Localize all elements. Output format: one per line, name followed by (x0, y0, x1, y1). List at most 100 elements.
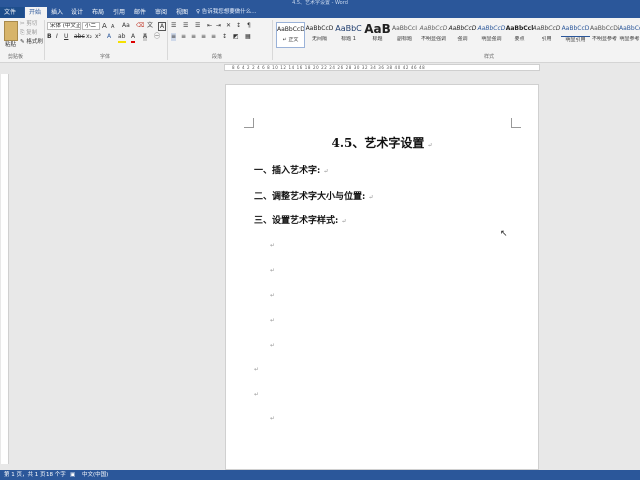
font-size-box[interactable]: 小二 (82, 22, 100, 30)
style-intense-quote[interactable]: AaBbCcD 明显引用 (561, 22, 590, 48)
style-intense-reference[interactable]: AaBbCcDi 明显参考 (619, 22, 640, 48)
paragraph-mark: ↵ (368, 194, 374, 201)
style-preview: AaBbCcI (392, 25, 417, 32)
style-label: 标题 1 (341, 36, 356, 42)
line-spacing-icon[interactable]: ↕ (222, 33, 227, 41)
font-group-label: 字体 (100, 54, 111, 60)
increase-indent-icon[interactable]: ⇥ (216, 22, 221, 30)
mouse-cursor-icon: ↖ (500, 229, 508, 239)
paste-button[interactable]: 粘贴 (5, 42, 16, 49)
style-preview: AaBbCcl (505, 25, 534, 32)
tell-me-search[interactable]: ♀ 告诉我您想要做什么... (196, 7, 257, 18)
style-label: 明显强调 (481, 36, 502, 42)
style-label: ↵ 正文 (282, 37, 299, 43)
style-no-spacing[interactable]: AaBbCcD 无间隔 (305, 22, 334, 48)
heading-set-style[interactable]: 三、设置艺术字样式: ↵ (254, 215, 346, 228)
align-left-icon[interactable]: ≡ (171, 33, 177, 41)
ribbon-divider (44, 20, 45, 60)
italic-icon[interactable]: I (56, 33, 58, 41)
tab-design[interactable]: 设计 (67, 7, 87, 18)
sort-icon[interactable]: ↕ (236, 22, 241, 30)
align-center-icon[interactable]: ≡ (181, 33, 186, 41)
enclose-char-icon[interactable]: ㊀ (154, 33, 160, 41)
tab-file[interactable]: 文件 (0, 7, 24, 18)
style-normal[interactable]: AaBbCcD ↵ 正文 (276, 22, 305, 48)
style-subtitle[interactable]: AaBbCcI 副标题 (390, 22, 419, 48)
language[interactable]: 中文(中国) (82, 470, 108, 480)
tab-home[interactable]: 开始 (25, 7, 47, 18)
word-count[interactable]: 18 个字 (46, 470, 66, 480)
numbering-icon[interactable]: ☰ (183, 22, 188, 30)
style-quote[interactable]: AaBbCcD 引用 (532, 22, 561, 48)
heading-adjust-size-position[interactable]: 二、调整艺术字大小与位置: ↵ (254, 191, 373, 204)
style-subtle-emphasis[interactable]: AaBbCcD 不明显强调 (419, 22, 448, 48)
tab-insert[interactable]: 插入 (47, 7, 67, 18)
font-color-icon[interactable]: A (131, 33, 136, 43)
style-preview: AaBbC (335, 24, 362, 33)
paragraph-mark: ↵ (270, 415, 276, 422)
phonetic-icon[interactable]: 文 (147, 22, 153, 30)
format-painter-button[interactable]: ✎ 格式刷 (20, 39, 43, 46)
vertical-ruler[interactable] (1, 74, 9, 464)
paragraph-mark: ↵ (341, 218, 347, 225)
subscript-icon[interactable]: x₂ (86, 33, 92, 41)
style-label: 要点 (514, 36, 525, 42)
tab-mailings[interactable]: 邮件 (130, 7, 150, 18)
align-right-icon[interactable]: ≡ (191, 33, 196, 41)
ribbon-divider (272, 20, 273, 60)
shrink-font-button[interactable]: A (111, 23, 114, 31)
style-preview: AaBbCcD (532, 25, 561, 32)
text-effects-icon[interactable]: A (107, 33, 111, 41)
borders-icon[interactable]: ▦ (245, 33, 251, 41)
style-preview: AaBbCcDi (619, 25, 640, 32)
chinese-layout-icon[interactable]: ✕ (226, 22, 231, 30)
superscript-icon[interactable]: x² (95, 33, 101, 41)
multilevel-list-icon[interactable]: ☰ (195, 22, 200, 30)
bullets-icon[interactable]: ☰ (171, 22, 176, 30)
tab-view[interactable]: 视图 (172, 7, 192, 18)
bold-icon[interactable]: B (47, 33, 52, 41)
style-heading-1[interactable]: AaBbC 标题 1 (334, 22, 363, 48)
grow-font-button[interactable]: A (102, 22, 107, 30)
decrease-indent-icon[interactable]: ⇤ (207, 22, 212, 30)
proofing-icon[interactable]: ▣ (70, 470, 75, 480)
style-label: 不明显参考 (591, 36, 617, 42)
distribute-icon[interactable]: ≡ (211, 33, 216, 41)
char-border-icon[interactable]: A (158, 22, 166, 31)
cut-button[interactable]: ✂ 剪切 (20, 21, 37, 28)
paragraph-mark: ↵ (254, 366, 260, 373)
font-name-box[interactable]: 宋体 (中文正) (47, 22, 81, 30)
style-label: 无间隔 (311, 36, 327, 42)
style-preview: AaBbCcD (277, 26, 304, 33)
style-intense-emphasis[interactable]: AaBbCcD 明显强调 (477, 22, 506, 48)
clipboard-group-label: 剪贴板 (8, 54, 24, 60)
style-label: 明显引用 (565, 37, 586, 43)
style-emphasis[interactable]: AaBbCcD 强调 (448, 22, 477, 48)
styles-group-label: 样式 (484, 54, 495, 60)
char-shading-icon[interactable]: A (143, 33, 148, 41)
style-strong[interactable]: AaBbCcl 要点 (505, 22, 534, 48)
style-title[interactable]: AaB 标题 (363, 22, 392, 48)
paragraph-mark: ↵ (270, 342, 276, 349)
window-title: 4.5、艺术字设置 - Word (292, 0, 348, 6)
style-preview: AaBbCcD (305, 25, 334, 32)
paragraph-mark: ↵ (270, 317, 276, 324)
highlight-icon[interactable]: ab (118, 33, 126, 43)
document-title[interactable]: 4.5、艺术字设置 ↵ (225, 135, 539, 154)
page-count[interactable]: 第 1 页，共 1 页 (4, 470, 46, 480)
paste-icon[interactable] (4, 21, 18, 41)
style-label: 标题 (372, 36, 383, 42)
tab-references[interactable]: 引用 (109, 7, 129, 18)
heading-insert-wordart[interactable]: 一、插入艺术字: ↵ (254, 165, 328, 178)
justify-icon[interactable]: ≡ (201, 33, 206, 41)
strikethrough-icon[interactable]: abc (74, 33, 85, 41)
underline-icon[interactable]: U (64, 33, 68, 41)
style-subtle-reference[interactable]: AaBbCcDi 不明显参考 (590, 22, 619, 48)
copy-button[interactable]: ⎘ 复制 (20, 30, 37, 37)
tab-layout[interactable]: 布局 (88, 7, 108, 18)
shading-icon[interactable]: ◩ (233, 33, 239, 41)
change-case-button[interactable]: Aa (122, 22, 130, 30)
show-marks-icon[interactable]: ¶ (247, 22, 251, 30)
tab-review[interactable]: 审阅 (151, 7, 171, 18)
clear-format-icon[interactable]: ⌫ (136, 22, 144, 30)
